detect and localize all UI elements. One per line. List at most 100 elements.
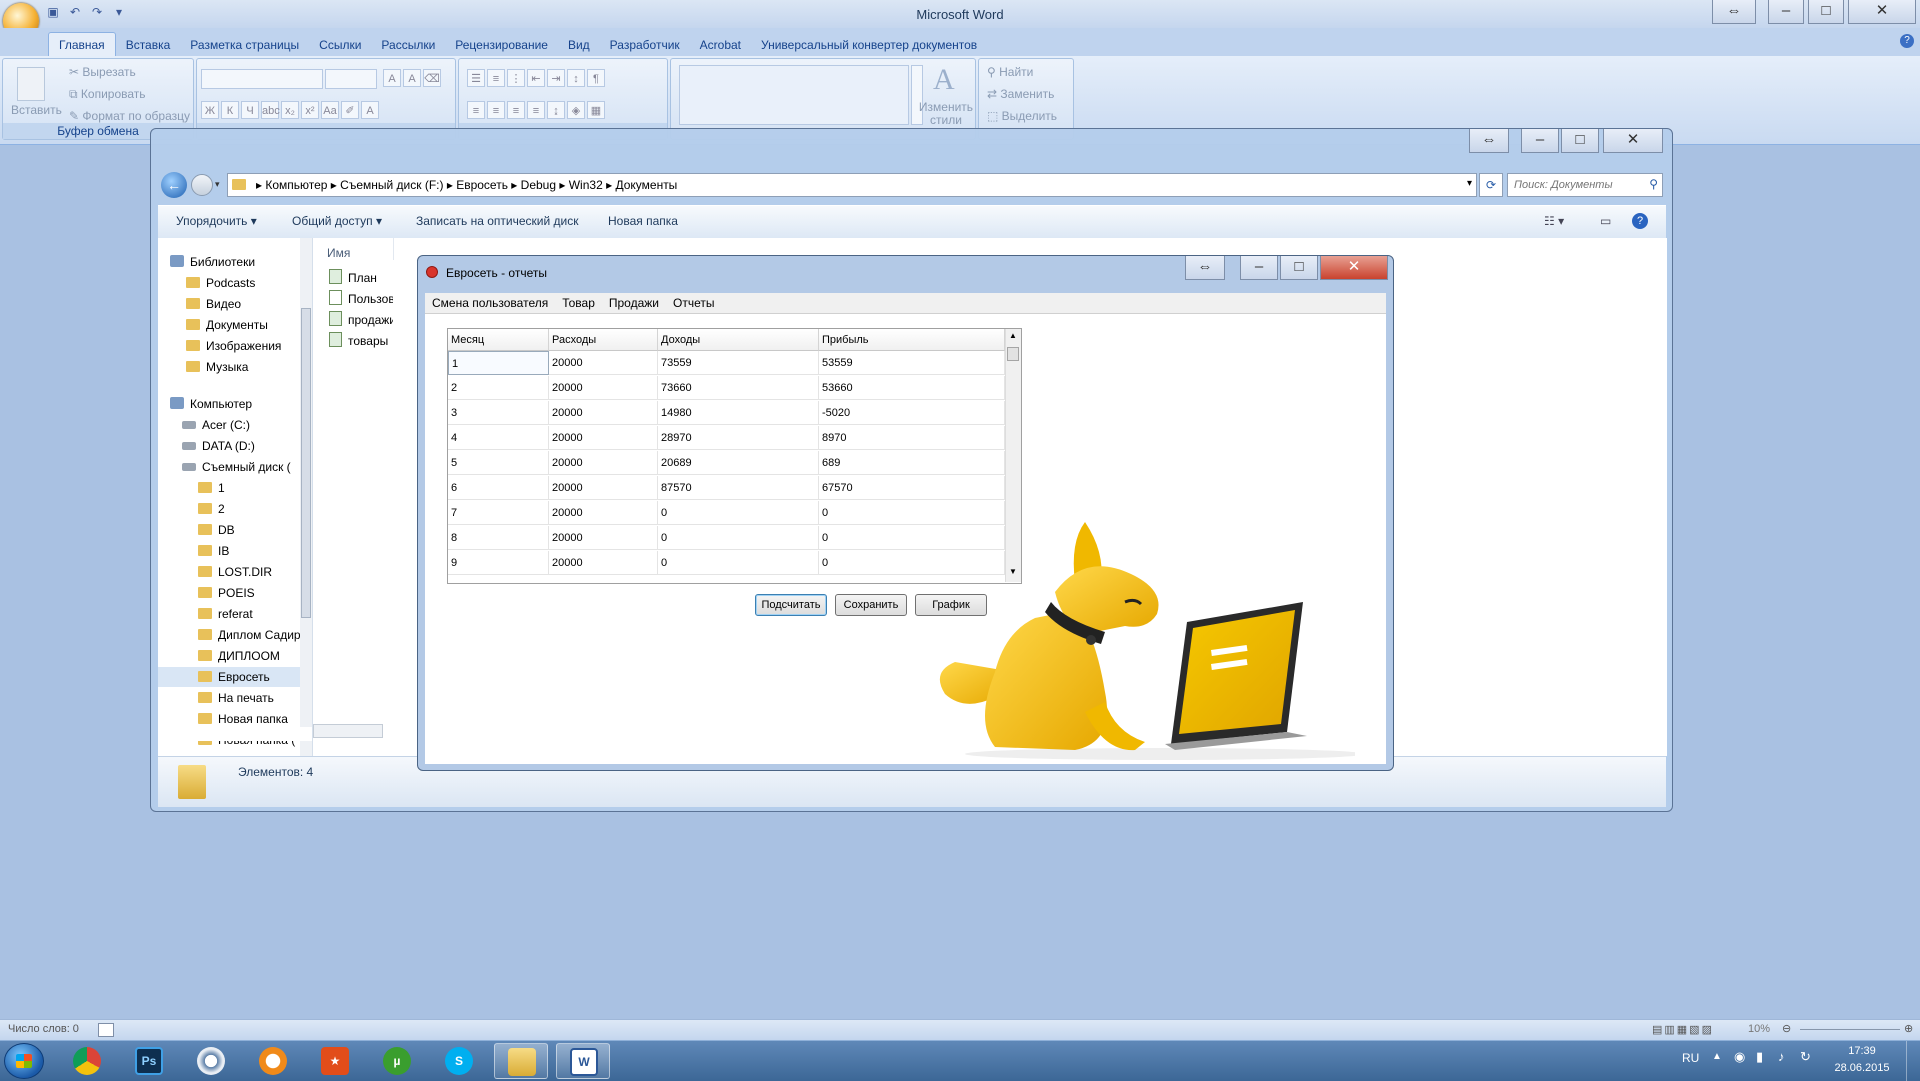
grid-cell[interactable]: 8	[448, 526, 549, 550]
nav-item[interactable]: 2	[198, 499, 225, 519]
grid-cell[interactable]: 67570	[819, 476, 1005, 500]
cut-button[interactable]: ✂ Вырезать	[69, 65, 136, 79]
nav-item[interactable]: 1	[198, 478, 225, 498]
breadcrumb-item[interactable]: Win32	[569, 178, 603, 192]
show-hidden-icons[interactable]: ▲	[1712, 1051, 1722, 1062]
nav-item[interactable]: Диплом Садир	[198, 625, 301, 645]
italic-button[interactable]: К	[221, 101, 239, 119]
zoom-in-icon[interactable]: ⊕	[1904, 1022, 1913, 1035]
forward-button[interactable]	[191, 174, 213, 196]
redo-icon[interactable]: ↷	[88, 4, 106, 20]
paste-label[interactable]: Вставить	[11, 103, 62, 117]
address-bar[interactable]: ▸ Компьютер ▸ Съемный диск (F:) ▸ Евросе…	[227, 173, 1477, 197]
shrink-font-button[interactable]: A	[403, 69, 421, 87]
breadcrumb-item[interactable]: Компьютер	[265, 178, 327, 192]
pilcrow-icon[interactable]: ¶	[587, 69, 605, 87]
show-desktop-button[interactable]	[1906, 1041, 1920, 1081]
start-button[interactable]	[4, 1043, 44, 1079]
scroll-up-icon[interactable]: ▲	[1009, 331, 1017, 340]
nav-item[interactable]: DATA (D:)	[182, 436, 255, 456]
taskbar-utorrent[interactable]: µ	[370, 1043, 424, 1079]
dialog-close-button[interactable]: ✕	[1320, 256, 1388, 280]
save-button[interactable]: Сохранить	[835, 594, 907, 616]
taskbar-qip[interactable]	[246, 1043, 300, 1079]
tab-insert[interactable]: Вставка	[116, 33, 181, 57]
taskbar-bookmark[interactable]: ★	[308, 1043, 362, 1079]
grid-cell[interactable]: 3	[448, 401, 549, 425]
preview-pane-icon[interactable]: ▭	[1600, 214, 1611, 228]
nav-item[interactable]: Компьютер	[170, 394, 252, 414]
grid-cell[interactable]: 4	[448, 426, 549, 450]
change-styles-label[interactable]: Изменить стили	[917, 101, 975, 127]
grid-cell[interactable]: 20000	[549, 476, 658, 500]
volume-icon[interactable]: ♪	[1778, 1049, 1785, 1064]
nav-item[interactable]: IB	[198, 541, 229, 561]
column-header[interactable]: Расходы	[549, 329, 658, 351]
calculate-button[interactable]: Подсчитать	[755, 594, 827, 616]
back-button[interactable]: ←	[161, 172, 187, 198]
grid-cell[interactable]: 7	[448, 501, 549, 525]
tab-mailings[interactable]: Рассылки	[371, 33, 445, 57]
column-header[interactable]: Доходы	[658, 329, 819, 351]
signal-icon[interactable]: ▮	[1756, 1049, 1763, 1065]
grid-cell[interactable]: 0	[658, 551, 819, 575]
grid-cell[interactable]: 2	[448, 376, 549, 400]
nav-item[interactable]: На печать	[198, 688, 274, 708]
borders-icon[interactable]: ▦	[587, 101, 605, 119]
search-input[interactable]	[1512, 175, 1642, 195]
taskbar-word[interactable]: W	[556, 1043, 610, 1079]
line-spacing-icon[interactable]: ↨	[547, 101, 565, 119]
grid-cell[interactable]: 689	[819, 451, 1005, 475]
nav-item[interactable]: Изображения	[186, 336, 281, 356]
breadcrumb-item[interactable]: Документы	[615, 178, 677, 192]
grid-cell[interactable]: 20000	[549, 551, 658, 575]
font-name-combo[interactable]	[201, 69, 323, 89]
column-name-header[interactable]: Имя	[327, 246, 350, 260]
search-box[interactable]: ⚲	[1507, 173, 1663, 197]
new-folder-button[interactable]: Новая папка	[608, 214, 678, 228]
organize-button[interactable]: Упорядочить ▾	[176, 214, 257, 228]
sync-icon[interactable]: ↻	[1800, 1049, 1811, 1065]
file-item[interactable]: продажи	[329, 310, 393, 330]
bullets-icon[interactable]: ☰	[467, 69, 485, 87]
nav-item[interactable]: Документы	[186, 315, 268, 335]
word-restore-icon[interactable]: ⇔	[1712, 0, 1756, 24]
bold-button[interactable]: Ж	[201, 101, 219, 119]
grid-cell[interactable]: 20000	[549, 501, 658, 525]
grid-cell[interactable]: 0	[658, 526, 819, 550]
grid-cell[interactable]: 20000	[549, 526, 658, 550]
zoom-out-icon[interactable]: ⊖	[1782, 1022, 1791, 1035]
grid-cell[interactable]: -5020	[819, 401, 1005, 425]
address-dropdown-icon[interactable]: ▾	[1467, 178, 1472, 189]
breadcrumb-item[interactable]: Debug	[521, 178, 556, 192]
grid-cell[interactable]: 6	[448, 476, 549, 500]
menu-reports[interactable]: Отчеты	[666, 293, 721, 313]
column-header[interactable]: Прибыль	[819, 329, 1005, 351]
align-center-icon[interactable]: ≡	[487, 101, 505, 119]
dialog-maximize-button[interactable]: □	[1280, 256, 1318, 280]
breadcrumb-item[interactable]: Евросеть	[456, 178, 508, 192]
file-item[interactable]: Пользоват	[329, 289, 393, 309]
menu-switch-user[interactable]: Смена пользователя	[425, 293, 555, 313]
clock-time[interactable]: 17:39	[1832, 1045, 1892, 1057]
tab-review[interactable]: Рецензирование	[445, 33, 558, 57]
taskbar-explorer[interactable]	[494, 1043, 548, 1079]
tab-view[interactable]: Вид	[558, 33, 600, 57]
explorer-close-button[interactable]: ✕	[1603, 129, 1663, 153]
styles-gallery[interactable]	[679, 65, 909, 125]
grid-cell[interactable]: 28970	[658, 426, 819, 450]
change-case-button[interactable]: Aa	[321, 101, 339, 119]
nav-item[interactable]: Библиотеки	[170, 252, 255, 272]
zoom-level[interactable]: 10%	[1748, 1023, 1770, 1035]
grid-cell[interactable]: 53559	[819, 351, 1005, 375]
taskbar-skype[interactable]: S	[432, 1043, 486, 1079]
grow-font-button[interactable]: A	[383, 69, 401, 87]
numbering-icon[interactable]: ≡	[487, 69, 505, 87]
grid-cell[interactable]: 20000	[549, 376, 658, 400]
nav-item[interactable]: ДИПЛООМ	[198, 646, 280, 666]
share-button[interactable]: Общий доступ ▾	[292, 214, 382, 228]
shading-icon[interactable]: ◈	[567, 101, 585, 119]
font-size-combo[interactable]	[325, 69, 377, 89]
nav-scroll-thumb[interactable]	[301, 308, 311, 618]
menu-sales[interactable]: Продажи	[602, 293, 666, 313]
